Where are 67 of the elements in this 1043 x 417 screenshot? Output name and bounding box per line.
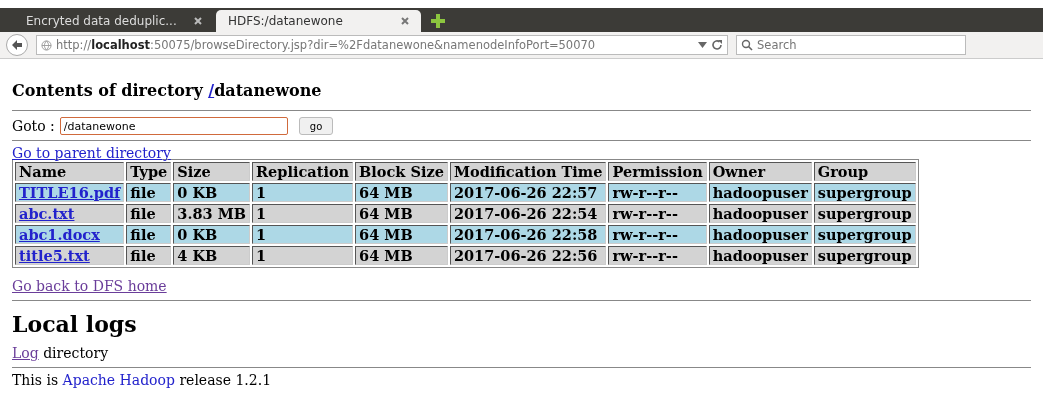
root-link[interactable]: / — [208, 81, 215, 100]
table-cell: 64 MB — [355, 246, 448, 265]
column-header: Name — [15, 162, 125, 181]
column-header: Size — [173, 162, 251, 181]
globe-icon — [41, 39, 52, 51]
table-cell: file — [126, 183, 172, 202]
table-cell: 1 — [252, 246, 354, 265]
section-heading: Local logs — [12, 311, 138, 337]
table-cell: supergroup — [813, 225, 916, 244]
column-header: Permission — [608, 162, 707, 181]
path-input[interactable]: /datanewone — [59, 117, 288, 135]
table-cell: rw-r--r-- — [608, 246, 707, 265]
table-cell: 2017-06-26 22:56 — [449, 246, 607, 265]
parent-directory-link[interactable]: Go to parent directory — [12, 145, 171, 161]
table-cell: supergroup — [813, 246, 916, 265]
table-cell: 2017-06-26 22:54 — [449, 204, 607, 223]
browser-tab[interactable]: HDFS:/datanewone — [216, 10, 421, 32]
table-cell: hadoopuser — [708, 225, 812, 244]
table-cell: 1 — [252, 183, 354, 202]
tab-title: HDFS:/datanewone — [228, 14, 343, 28]
close-icon[interactable] — [194, 17, 202, 25]
column-header: Modification Time — [449, 162, 607, 181]
table-cell: hadoopuser — [708, 183, 812, 202]
dropdown-icon[interactable] — [698, 42, 707, 48]
browser-tab[interactable]: Encryted data deduplic... — [14, 10, 214, 32]
table-cell: rw-r--r-- — [608, 183, 707, 202]
column-header: Group — [813, 162, 916, 181]
table-cell: 2017-06-26 22:58 — [449, 225, 607, 244]
release-text: This is Apache Hadoop release 1.2.1 — [12, 372, 273, 388]
page-heading: Contents of directory /datanewone — [12, 81, 323, 100]
table-cell: supergroup — [813, 183, 916, 202]
new-tab-icon[interactable] — [431, 14, 445, 28]
table-cell: file — [126, 246, 172, 265]
table-cell: supergroup — [813, 204, 916, 223]
table-cell: rw-r--r-- — [608, 204, 707, 223]
back-arrow-icon — [11, 39, 23, 51]
column-header: Replication — [252, 162, 354, 181]
table-cell: 0 KB — [173, 225, 251, 244]
table-cell: 1 — [252, 204, 354, 223]
table-cell: file — [126, 225, 172, 244]
table-cell: 0 KB — [173, 183, 251, 202]
close-icon[interactable] — [401, 17, 409, 25]
address-bar[interactable]: http://localhost:50075/browseDirectory.jsp?dir=%2Fdatanewone&namenodeInfoPort=50070 — [36, 35, 728, 55]
log-link[interactable]: Log — [12, 345, 39, 361]
log-directory-text: Log directory — [12, 345, 110, 361]
table-cell: 2017-06-26 22:57 — [449, 183, 607, 202]
table-cell: 3.83 MB — [173, 204, 251, 223]
reload-icon[interactable] — [711, 39, 723, 51]
table-cell: 4 KB — [173, 246, 251, 265]
table-cell: file — [126, 204, 172, 223]
table-cell: hadoopuser — [708, 204, 812, 223]
table-cell: 64 MB — [355, 204, 448, 223]
dfs-home-link[interactable]: Go back to DFS home — [12, 278, 167, 294]
table-cell: rw-r--r-- — [608, 225, 707, 244]
column-header: Type — [126, 162, 172, 181]
hadoop-link[interactable]: Apache Hadoop — [62, 372, 175, 388]
back-button[interactable] — [6, 34, 28, 56]
table-cell: 1 — [252, 225, 354, 244]
goto-label: Goto : — [12, 118, 55, 134]
table-cell: 64 MB — [355, 225, 448, 244]
column-header: Block Size — [355, 162, 448, 181]
tab-title: Encryted data deduplic... — [26, 14, 177, 28]
column-header: Owner — [708, 162, 812, 181]
go-button[interactable]: go — [298, 117, 334, 135]
table-cell: 64 MB — [355, 183, 448, 202]
search-field[interactable]: Search — [736, 35, 966, 55]
table-cell: hadoopuser — [708, 246, 812, 265]
